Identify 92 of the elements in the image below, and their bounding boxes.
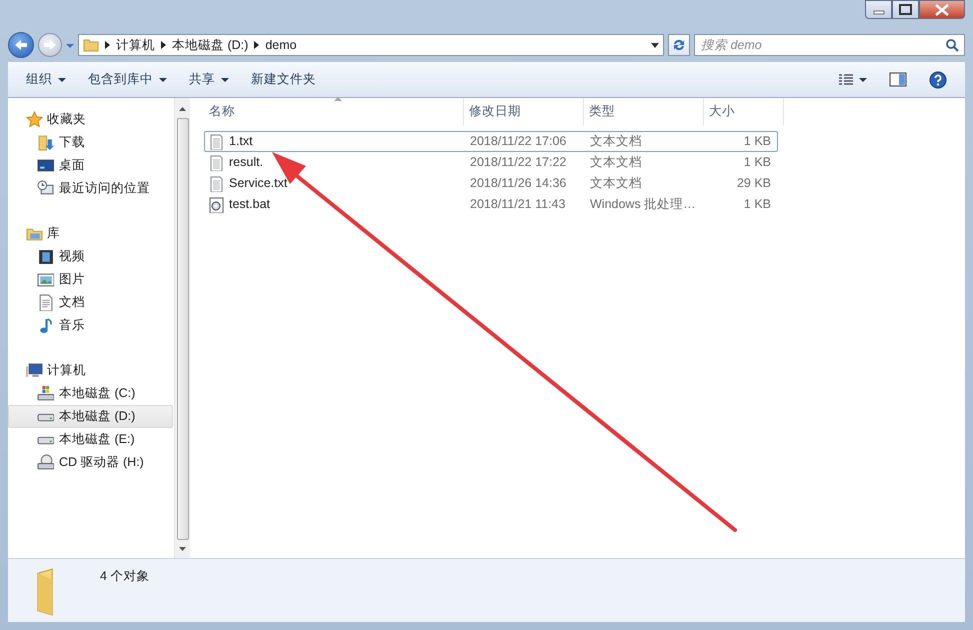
- search-field[interactable]: 搜索 demo: [694, 34, 965, 56]
- sort-arrow-icon: [334, 97, 342, 101]
- refresh-button[interactable]: [668, 34, 690, 56]
- sidebar-item[interactable]: 桌面: [8, 154, 173, 177]
- toolbar-button[interactable]: 共享: [181, 67, 237, 92]
- dropdown-caret-icon: [66, 42, 74, 48]
- size-cell-text: 29 KB: [736, 175, 772, 192]
- date-cell-text: 2018/11/22 17:22: [469, 154, 568, 172]
- minimize-icon: [872, 10, 884, 15]
- close-button[interactable]: [919, 0, 965, 19]
- back-arrow-icon: [14, 39, 28, 51]
- file-row[interactable]: result. 2018/11/22 17:22 文本文档 1 KB: [204, 152, 778, 173]
- size-cell-text: 1 KB: [742, 196, 772, 214]
- scroll-up-icon[interactable]: [178, 106, 187, 112]
- folder-icon: [83, 37, 99, 53]
- list-view-icon: [839, 74, 853, 86]
- toolbar-button[interactable]: 新建文件夹: [243, 67, 324, 92]
- chevron-icon: [161, 41, 166, 49]
- scrollbar[interactable]: [174, 98, 190, 558]
- type-cell-text: 文本文档: [589, 154, 643, 172]
- file-row[interactable]: Service.txt 2018/11/26 14:36 文本文档 29 KB: [204, 173, 778, 194]
- refresh-icon: [672, 38, 686, 52]
- column-header[interactable]: 修改日期: [464, 98, 584, 125]
- sidebar-item[interactable]: 本地磁盘 (E:): [8, 428, 173, 451]
- back-button[interactable]: [8, 32, 34, 58]
- scroll-down-icon[interactable]: [178, 546, 187, 552]
- sidebar-item[interactable]: 下载: [8, 131, 173, 154]
- download-folder-icon: [37, 134, 54, 151]
- date-cell-text: 2018/11/22 17:06: [469, 133, 568, 150]
- sidebar-item[interactable]: 音乐: [8, 314, 173, 337]
- file-row[interactable]: 1.txt 2018/11/22 17:06 文本文档 1 KB: [204, 131, 778, 152]
- help-icon: [929, 70, 947, 88]
- sidebar-item[interactable]: 最近访问的位置: [8, 177, 173, 200]
- column-header[interactable]: 类型: [584, 98, 704, 125]
- maximize-icon: [899, 4, 912, 15]
- caret-icon: [859, 78, 867, 82]
- recent-places-icon: [37, 180, 54, 197]
- file-name: 1.txt: [229, 133, 253, 150]
- column-header[interactable]: 名称: [204, 98, 464, 125]
- text-file-icon: [208, 154, 224, 170]
- dropdown-caret-icon: [651, 42, 659, 48]
- file-row[interactable]: test.bat 2018/11/21 11:43 Windows 批处理… 1 KB: [204, 194, 778, 215]
- sidebar-item[interactable]: 本地磁盘 (C:): [8, 382, 173, 405]
- chevron-icon: [105, 41, 110, 49]
- sidebar-item[interactable]: 视频: [8, 245, 173, 268]
- sidebar-item[interactable]: 图片: [8, 268, 173, 291]
- computer-icon: [26, 362, 43, 379]
- sidebar-item[interactable]: CD 驱动器 (H:): [8, 451, 173, 474]
- type-cell-text: Windows 批处理…: [589, 196, 697, 214]
- file-name: result.: [229, 154, 264, 172]
- system-drive-icon: [37, 385, 54, 402]
- search-icon: [946, 39, 959, 52]
- maximize-button[interactable]: [892, 0, 919, 19]
- close-icon: [935, 4, 949, 16]
- preview-pane-icon: [889, 72, 907, 87]
- size-cell-text: 1 KB: [742, 154, 772, 172]
- breadcrumb-item[interactable]: 本地磁盘 (D:): [172, 36, 248, 54]
- chevron-icon: [254, 41, 260, 49]
- picture-icon: [37, 271, 54, 288]
- breadcrumb-item[interactable]: demo: [265, 36, 297, 54]
- caret-icon: [159, 78, 167, 82]
- toolbar-button[interactable]: 包含到库中: [80, 67, 175, 92]
- size-cell-text: 1 KB: [742, 133, 772, 150]
- sidebar-section[interactable]: 库: [8, 222, 174, 245]
- caret-icon: [221, 78, 229, 82]
- sidebar-item[interactable]: 文档: [8, 291, 173, 314]
- date-cell-text: 2018/11/26 14:36: [469, 175, 568, 192]
- type-cell-text: 文本文档: [589, 175, 643, 192]
- file-name: test.bat: [229, 196, 270, 214]
- date-cell-text: 2018/11/21 11:43: [469, 196, 566, 214]
- minimize-button[interactable]: [865, 0, 892, 19]
- address-bar[interactable]: 计算机 本地磁盘 (D:) demo: [78, 34, 664, 56]
- caret-icon: [58, 78, 66, 82]
- type-cell-text: 文本文档: [589, 133, 643, 150]
- column-header[interactable]: 大小: [704, 98, 784, 125]
- forward-button[interactable]: [38, 33, 62, 57]
- status-text: 4 个对象: [100, 568, 150, 585]
- sidebar-item[interactable]: 本地磁盘 (D:): [8, 405, 173, 428]
- star-icon: [26, 111, 43, 128]
- sidebar-section[interactable]: 收藏夹: [8, 108, 174, 131]
- sidebar-section[interactable]: 计算机: [8, 359, 174, 382]
- text-file-icon: [208, 134, 224, 150]
- cd-drive-icon: [37, 454, 54, 471]
- music-note-icon: [37, 317, 54, 334]
- text-file-icon: [208, 176, 224, 192]
- file-name: Service.txt: [229, 175, 288, 192]
- forward-arrow-icon: [43, 39, 57, 51]
- breadcrumb-item[interactable]: 计算机: [116, 36, 155, 54]
- toolbar-button[interactable]: 组织: [18, 67, 74, 92]
- film-icon: [37, 248, 54, 265]
- document-icon: [37, 294, 54, 311]
- desktop-icon: [37, 157, 54, 174]
